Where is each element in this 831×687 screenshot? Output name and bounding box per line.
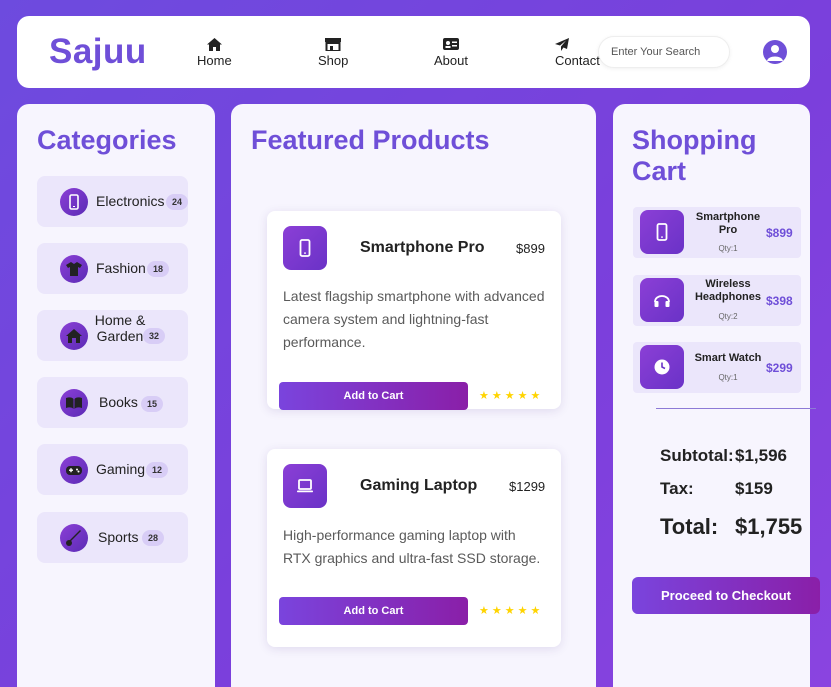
total-label: Total: [660, 514, 719, 539]
top-header: Sajuu Home Shop About Contact [17, 16, 810, 88]
category-count-badge: 12 [146, 462, 168, 478]
star-rating: ★★★★★ [479, 605, 544, 617]
user-avatar[interactable] [763, 40, 787, 64]
product-price: $1299 [509, 479, 546, 494]
paper-plane-icon [555, 38, 600, 52]
cart-item-price: $398 [766, 294, 793, 308]
logo[interactable]: Sajuu [49, 32, 147, 72]
cart-title-line2: Cart [632, 156, 687, 186]
category-count-badge: 28 [142, 530, 164, 546]
house-icon [60, 322, 88, 350]
phone-icon [640, 210, 684, 254]
laptop-icon [283, 464, 327, 508]
nav-contact-label: Contact [555, 53, 600, 68]
total-value: $1,755 [735, 514, 803, 539]
phone-icon [283, 226, 327, 270]
category-label: Gaming [96, 461, 146, 477]
shirt-icon [60, 255, 88, 283]
product-name: Gaming Laptop [360, 477, 478, 494]
category-label: Home & Garden [94, 312, 146, 344]
cart-title: Shopping Cart [632, 125, 756, 187]
category-count-badge: 18 [147, 261, 169, 277]
category-electronics[interactable]: Electronics 24 [37, 176, 188, 227]
home-icon [197, 38, 232, 52]
clock-icon [640, 345, 684, 389]
nav-shop-label: Shop [318, 53, 349, 68]
cart-item-qty: Qty:1 [718, 244, 738, 253]
product-price: $899 [516, 241, 545, 256]
cart-item: Wireless Headphones Qty:2 $398 [633, 275, 801, 326]
phone-icon [60, 188, 88, 216]
gamepad-icon [60, 456, 88, 484]
featured-products-panel: Featured Products Smartphone Pro $899 La… [231, 104, 596, 687]
cart-item-qty: Qty:1 [718, 373, 738, 382]
add-to-cart-button[interactable]: Add to Cart [279, 382, 468, 410]
category-label: Electronics [96, 193, 165, 209]
id-card-icon [434, 38, 468, 52]
cart-item-name: Smart Watch [694, 352, 762, 364]
nav-home[interactable]: Home [197, 38, 232, 68]
cart-item-price: $899 [766, 226, 793, 240]
category-fashion[interactable]: Fashion 18 [37, 243, 188, 294]
featured-title: Featured Products [251, 125, 490, 155]
category-sports[interactable]: Sports 28 [37, 512, 188, 563]
categories-title: Categories [37, 125, 177, 155]
proceed-to-checkout-button[interactable]: Proceed to Checkout [632, 577, 820, 614]
sports-icon [60, 524, 88, 552]
category-gaming[interactable]: Gaming 12 [37, 444, 188, 495]
cart-item: Smart Watch Qty:1 $299 [633, 342, 801, 393]
category-label: Sports [98, 529, 139, 545]
category-count-badge: 32 [143, 328, 165, 344]
category-count-badge: 24 [166, 194, 188, 210]
category-count-badge: 15 [141, 396, 163, 412]
cart-item-name: Wireless Headphones [694, 278, 761, 303]
product-name: Smartphone Pro [360, 239, 485, 256]
shop-icon [318, 38, 348, 52]
headphones-icon [640, 278, 684, 322]
star-rating: ★★★★★ [479, 390, 544, 402]
product-card: Smartphone Pro $899 Latest flagship smar… [267, 211, 561, 410]
add-to-cart-button[interactable]: Add to Cart [279, 597, 468, 625]
category-home-garden[interactable]: Home & Garden 32 [37, 310, 188, 361]
nav-home-label: Home [197, 53, 232, 68]
cart-item-name: Smartphone Pro [695, 211, 761, 236]
cart-item-qty: Qty:2 [718, 312, 738, 321]
product-description: High-performance gaming laptop with RTX … [283, 527, 541, 566]
category-books[interactable]: Books 15 [37, 377, 188, 428]
nav-shop[interactable]: Shop [318, 38, 348, 68]
nav-about[interactable]: About [434, 38, 468, 68]
categories-panel: Categories Electronics 24 Fashion 18 Hom… [17, 104, 215, 687]
category-label: Books [99, 394, 138, 410]
cart-title-line1: Shopping [632, 125, 757, 155]
product-description: Latest flagship smartphone with advanced… [283, 288, 545, 350]
tax-value: $159 [735, 479, 773, 498]
cart-divider [656, 408, 816, 409]
user-icon [767, 45, 783, 61]
cart-item-price: $299 [766, 361, 793, 375]
cart-item: Smartphone Pro Qty:1 $899 [633, 207, 801, 258]
subtotal-label: Subtotal: [660, 446, 734, 465]
search-input[interactable] [598, 36, 730, 68]
product-card: Gaming Laptop $1299 High-performance gam… [267, 449, 561, 647]
nav-contact[interactable]: Contact [555, 38, 600, 68]
subtotal-value: $1,596 [735, 446, 787, 465]
nav-about-label: About [434, 53, 468, 68]
category-label: Fashion [96, 260, 146, 276]
tax-label: Tax: [660, 479, 694, 498]
book-icon [60, 389, 88, 417]
